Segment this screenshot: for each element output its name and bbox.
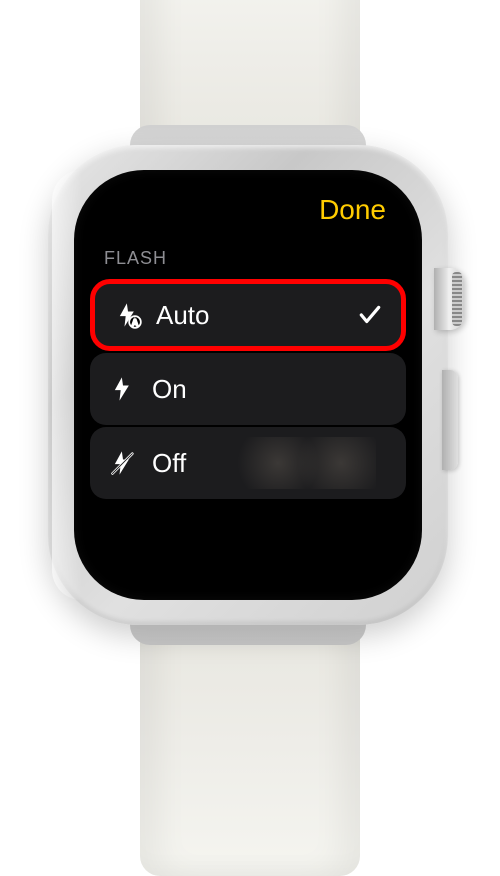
flash-option-auto[interactable]: A Auto — [90, 279, 406, 351]
screen-content: Done FLASH A Auto — [74, 170, 422, 600]
svg-text:A: A — [132, 319, 138, 328]
flash-on-icon — [108, 374, 138, 404]
flash-option-on[interactable]: On — [90, 353, 406, 425]
watch-screen: Done FLASH A Auto — [74, 170, 422, 600]
watch-band-bottom — [140, 616, 360, 876]
done-button[interactable]: Done — [319, 194, 386, 226]
side-button[interactable] — [442, 370, 458, 470]
flash-off-icon — [108, 448, 138, 478]
flash-options-list: A Auto On — [90, 279, 406, 499]
digital-crown[interactable] — [434, 268, 464, 330]
checkmark-icon — [357, 302, 383, 328]
flash-option-off[interactable]: Off — [90, 427, 406, 499]
flash-section-label: FLASH — [90, 242, 406, 279]
flash-auto-icon: A — [113, 300, 143, 330]
flash-option-auto-label: Auto — [156, 300, 343, 331]
flash-option-on-label: On — [152, 374, 388, 405]
flash-option-off-label: Off — [152, 448, 388, 479]
header: Done — [90, 188, 406, 242]
